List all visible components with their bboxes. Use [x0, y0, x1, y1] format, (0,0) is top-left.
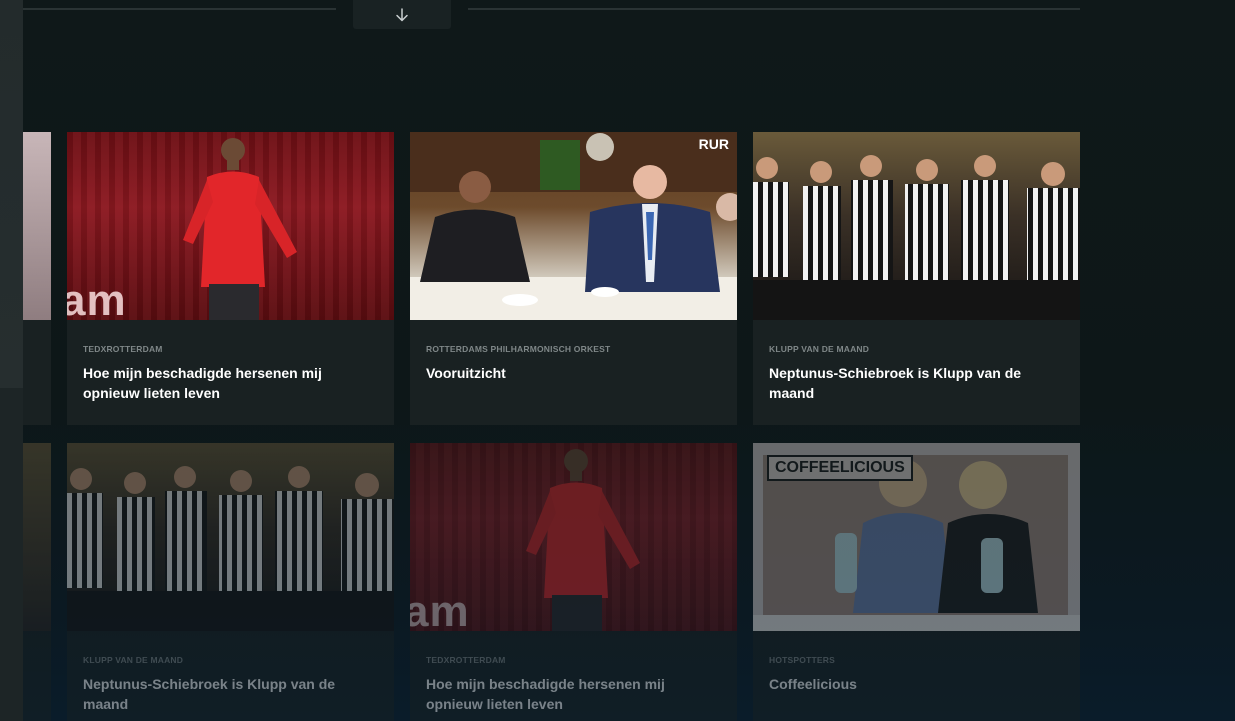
video-grid-page: am TEDxROTTERDAM Hoe mijn beschadigde he… [0, 0, 1235, 721]
team-photo [753, 155, 1080, 320]
video-thumbnail: am [410, 443, 737, 631]
coffeelicious-badge: COFFEELICIOUS [767, 455, 913, 481]
rur-watermark: RUR [698, 136, 729, 152]
card-title[interactable]: Neptunus-Schiebroek is Klupp van de maan… [769, 363, 1064, 403]
video-card[interactable]: am TEDxROTTERDAM Hoe mijn beschadigde he… [410, 443, 737, 721]
card-meta: TEDxROTTERDAM Hoe mijn beschadigde herse… [426, 655, 721, 714]
video-card[interactable]: KLUPP VAN DE MAAND Neptunus-Schiebroek i… [67, 443, 394, 721]
card-category: TEDxROTTERDAM [83, 344, 163, 354]
card-category: KLUPP VAN DE MAAND [769, 344, 870, 354]
left-panel-highlight [0, 0, 23, 388]
video-card[interactable]: COFFEELICIOUS HOTSPOTTERS Coffeelicious [753, 443, 1080, 721]
partial-card-left-row2[interactable] [23, 443, 51, 721]
ted-logo-text: am [410, 587, 470, 631]
video-thumbnail: am [67, 132, 394, 320]
video-card[interactable]: am TEDxROTTERDAM Hoe mijn beschadigde he… [67, 132, 394, 425]
top-divider-right [468, 8, 1080, 10]
card-meta: TEDxROTTERDAM Hoe mijn beschadigde herse… [83, 344, 378, 403]
card-meta: HOTSPOTTERS Coffeelicious [769, 655, 1064, 694]
top-divider-left [23, 8, 336, 10]
card-title[interactable]: Hoe mijn beschadigde hersenen mij opnieu… [426, 674, 721, 714]
partial-card-left-row1[interactable] [23, 132, 51, 425]
video-card[interactable]: RUR ROTTERDAMS PHILHARMONISCH ORKEST Voo… [410, 132, 737, 425]
arrow-down-icon [396, 7, 408, 21]
video-thumbnail: COFFEELICIOUS [753, 443, 1080, 631]
card-category: HOTSPOTTERS [769, 655, 835, 665]
ted-logo-text: am [67, 276, 127, 320]
video-card[interactable]: KLUPP VAN DE MAAND Neptunus-Schiebroek i… [753, 132, 1080, 425]
video-thumbnail [67, 443, 394, 631]
scroll-down-button[interactable] [353, 0, 451, 29]
card-meta: KLUPP VAN DE MAAND Neptunus-Schiebroek i… [769, 344, 1064, 403]
video-thumbnail: RUR [410, 132, 737, 320]
card-meta: KLUPP VAN DE MAAND Neptunus-Schiebroek i… [83, 655, 378, 714]
team-photo [67, 466, 394, 631]
left-panel-edge [0, 0, 23, 721]
card-title[interactable]: Neptunus-Schiebroek is Klupp van de maan… [83, 674, 378, 714]
card-title[interactable]: Hoe mijn beschadigde hersenen mij opnieu… [83, 363, 378, 403]
card-meta: ROTTERDAMS PHILHARMONISCH ORKEST Vooruit… [426, 344, 721, 383]
card-title[interactable]: Coffeelicious [769, 674, 1064, 694]
card-category: ROTTERDAMS PHILHARMONISCH ORKEST [426, 344, 611, 354]
card-category: TEDxROTTERDAM [426, 655, 506, 665]
video-thumbnail [753, 132, 1080, 320]
card-category: KLUPP VAN DE MAAND [83, 655, 184, 665]
card-title[interactable]: Vooruitzicht [426, 363, 721, 383]
dinner-scene [410, 132, 737, 320]
